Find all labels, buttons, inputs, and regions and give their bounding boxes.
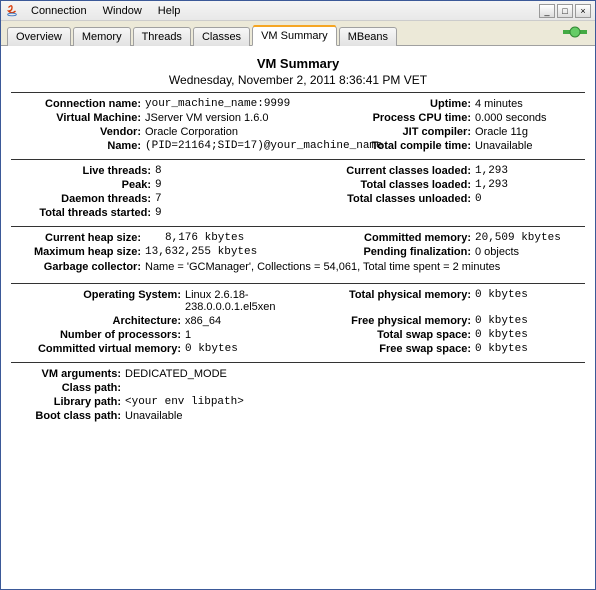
label: JIT compiler:: [301, 126, 471, 138]
total-physical-memory: 0 kbytes: [475, 289, 528, 313]
maximize-button[interactable]: □: [557, 4, 573, 18]
heap-current: 8,176 kbytes: [165, 232, 244, 244]
peak-threads: 9: [155, 179, 162, 191]
tab-mbeans[interactable]: MBeans: [339, 27, 397, 46]
java-icon: [5, 4, 19, 18]
section-connection: Connection name: your_machine_name:9999 U…: [11, 92, 585, 160]
pending-finalization: 0 objects: [475, 246, 519, 258]
label: Committed memory:: [301, 232, 471, 244]
garbage-collector: Name = 'GCManager', Collections = 54,061…: [145, 261, 585, 273]
label: Total threads started:: [11, 207, 151, 219]
boot-class-path: Unavailable: [125, 410, 182, 422]
label: Free physical memory:: [301, 315, 471, 327]
label: Total classes unloaded:: [301, 193, 471, 205]
live-threads: 8: [155, 165, 162, 177]
label: Number of processors:: [11, 329, 181, 341]
label: Current classes loaded:: [301, 165, 471, 177]
total-swap-space: 0 kbytes: [475, 329, 528, 341]
section-heap: Current heap size: 8,176 kbytes Committed…: [11, 226, 585, 284]
num-processors: 1: [185, 329, 191, 341]
operating-system: Linux 2.6.18-238.0.0.0.1.el5xen: [185, 289, 301, 313]
close-button[interactable]: ×: [575, 4, 591, 18]
connection-status-icon: [563, 25, 587, 39]
classes-unloaded: 0: [475, 193, 482, 205]
page-title: VM Summary: [11, 56, 585, 71]
connection-name: your_machine_name:9999: [145, 98, 290, 110]
label: Vendor:: [11, 126, 141, 138]
label: Committed virtual memory:: [11, 343, 181, 355]
free-swap-space: 0 kbytes: [475, 343, 528, 355]
section-threads: Live threads: 8 Current classes loaded: 1,…: [11, 159, 585, 227]
uptime: 4 minutes: [475, 98, 523, 110]
label: Maximum heap size:: [11, 246, 141, 258]
classes-total: 1,293: [475, 179, 508, 191]
label: VM arguments:: [11, 368, 121, 380]
committed-memory: 20,509 kbytes: [475, 232, 561, 244]
menu-bar: Connection Window Help _ □ ×: [1, 1, 595, 21]
tab-threads[interactable]: Threads: [133, 27, 191, 46]
label: Total compile time:: [301, 140, 471, 152]
label: Peak:: [11, 179, 151, 191]
library-path: <your env libpath>: [125, 396, 244, 408]
label: Operating System:: [11, 289, 181, 313]
menu-connection[interactable]: Connection: [23, 3, 95, 19]
menu-window[interactable]: Window: [95, 3, 150, 19]
architecture: x86_64: [185, 315, 221, 327]
jit-compiler: Oracle 11g: [475, 126, 528, 138]
vendor: Oracle Corporation: [145, 126, 238, 138]
label: Daemon threads:: [11, 193, 151, 205]
section-args: VM arguments:DEDICATED_MODE Class path: …: [11, 362, 585, 429]
label: Uptime:: [301, 98, 471, 110]
committed-virtual-memory: 0 kbytes: [185, 343, 238, 355]
minimize-button[interactable]: _: [539, 4, 555, 18]
total-threads: 9: [155, 207, 162, 219]
vm-summary-panel: VM Summary Wednesday, November 2, 2011 8…: [1, 46, 595, 586]
label: Virtual Machine:: [11, 112, 141, 124]
tab-overview[interactable]: Overview: [7, 27, 71, 46]
menu-help[interactable]: Help: [150, 3, 189, 19]
compile-time: Unavailable: [475, 140, 532, 152]
label: Pending finalization:: [301, 246, 471, 258]
label: Total physical memory:: [301, 289, 471, 313]
tab-bar: Overview Memory Threads Classes VM Summa…: [1, 21, 595, 46]
tab-classes[interactable]: Classes: [193, 27, 250, 46]
label: Name:: [11, 140, 141, 152]
label: Connection name:: [11, 98, 141, 110]
cpu-time: 0.000 seconds: [475, 112, 547, 124]
label: Total classes loaded:: [301, 179, 471, 191]
label: Class path:: [11, 382, 121, 394]
label: Process CPU time:: [301, 112, 471, 124]
label: Library path:: [11, 396, 121, 408]
section-os: Operating System:Linux 2.6.18-238.0.0.0.…: [11, 283, 585, 363]
tab-memory[interactable]: Memory: [73, 27, 131, 46]
tab-vm-summary[interactable]: VM Summary: [252, 26, 337, 46]
classes-loaded: 1,293: [475, 165, 508, 177]
label: Garbage collector:: [11, 261, 141, 273]
label: Architecture:: [11, 315, 181, 327]
heap-max: 13,632,255 kbytes: [145, 246, 257, 258]
label: Live threads:: [11, 165, 151, 177]
daemon-threads: 7: [155, 193, 162, 205]
virtual-machine: JServer VM version 1.6.0: [145, 112, 269, 124]
free-physical-memory: 0 kbytes: [475, 315, 528, 327]
label: Free swap space:: [301, 343, 471, 355]
label: Boot class path:: [11, 410, 121, 422]
label: Current heap size:: [11, 232, 141, 244]
label: Total swap space:: [301, 329, 471, 341]
page-timestamp: Wednesday, November 2, 2011 8:36:41 PM V…: [11, 73, 585, 87]
vm-arguments: DEDICATED_MODE: [125, 368, 227, 380]
